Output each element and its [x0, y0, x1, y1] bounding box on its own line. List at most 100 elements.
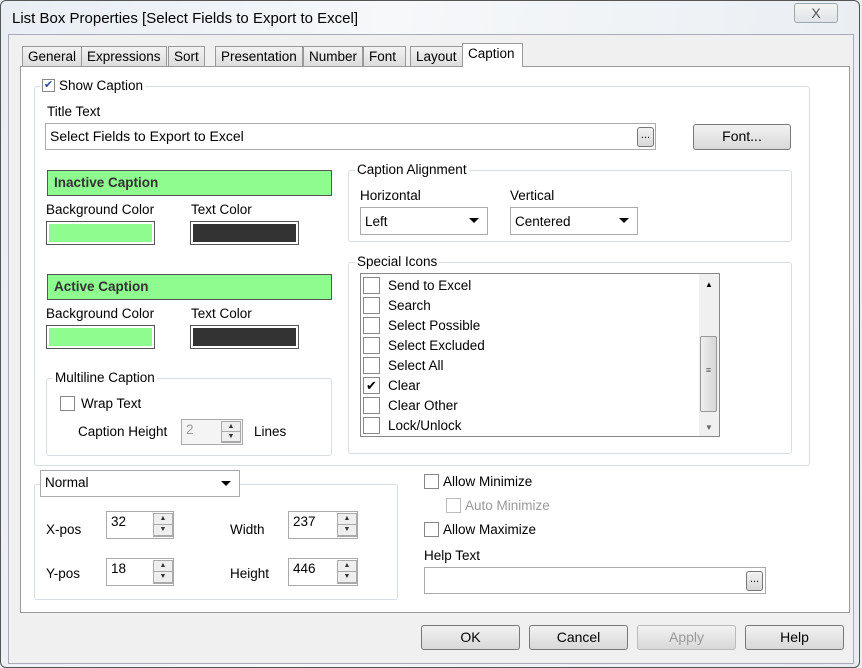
dropdown-arrow-icon	[469, 218, 479, 223]
close-button[interactable]: X	[794, 3, 838, 23]
caption-alignment-label: Caption Alignment	[355, 162, 469, 177]
window-title: List Box Properties [Select Fields to Ex…	[12, 10, 358, 27]
active-text-color-button[interactable]	[190, 325, 299, 349]
font-button[interactable]: Font...	[693, 124, 791, 150]
horizontal-value: Left	[365, 214, 388, 229]
scroll-down-icon[interactable]: ▼	[699, 423, 719, 432]
list-scrollbar[interactable]: ▲ ≡ ▼	[699, 274, 719, 436]
cancel-button[interactable]: Cancel	[529, 625, 628, 650]
show-caption-checkbox[interactable]: ✔ Show Caption	[40, 78, 146, 93]
active-text-label: Text Color	[191, 306, 252, 321]
scroll-thumb[interactable]: ≡	[700, 336, 717, 412]
apply-button[interactable]: Apply	[637, 625, 736, 650]
special-icon-item[interactable]: Send to Excel	[363, 275, 471, 295]
special-icon-item[interactable]: Select Excluded	[363, 335, 485, 355]
caption-height-stepper[interactable]: ▲ ▼	[221, 421, 241, 443]
auto-minimize-checkbox[interactable]: Auto Minimize	[446, 498, 550, 513]
tab-layout[interactable]: Layout	[410, 46, 463, 67]
special-icon-label: Lock/Unlock	[388, 417, 462, 433]
title-text-input[interactable]: Select Fields to Export to Excel	[45, 123, 656, 150]
checkbox-icon	[446, 498, 461, 513]
special-icon-label: Select All	[388, 357, 444, 373]
ypos-label: Y-pos	[46, 566, 81, 581]
special-icons-list: ▲ ≡ ▼ Send to Excel Search Select Possible…	[360, 273, 720, 437]
checkbox-icon	[424, 474, 439, 489]
special-icon-item[interactable]: Clear Other	[363, 395, 458, 415]
ypos-stepper[interactable]: ▲ ▼	[153, 560, 173, 584]
active-bg-label: Background Color	[46, 306, 155, 321]
inactive-caption-preview: Inactive Caption	[47, 170, 332, 196]
window-mode-select[interactable]: Normal	[40, 470, 240, 497]
wrap-text-label: Wrap Text	[81, 396, 142, 411]
allow-minimize-label: Allow Minimize	[443, 474, 533, 489]
auto-minimize-label: Auto Minimize	[465, 498, 550, 513]
tab-expressions[interactable]: Expressions	[81, 46, 167, 67]
height-label: Height	[230, 566, 270, 581]
help-browse-button[interactable]: ...	[746, 571, 763, 591]
ok-button[interactable]: OK	[421, 625, 520, 650]
tab-font[interactable]: Font	[363, 46, 406, 67]
special-icons-label: Special Icons	[355, 254, 440, 269]
dropdown-arrow-icon	[619, 218, 629, 223]
vertical-value: Centered	[515, 214, 571, 229]
tab-presentation[interactable]: Presentation	[215, 46, 303, 67]
inactive-text-color-button[interactable]	[190, 221, 299, 245]
special-icon-label: Select Excluded	[388, 337, 485, 353]
tab-general[interactable]: General	[22, 46, 83, 67]
xpos-label: X-pos	[46, 522, 82, 537]
inactive-bg-color-button[interactable]	[46, 221, 155, 245]
xpos-stepper[interactable]: ▲ ▼	[153, 513, 173, 537]
horizontal-select[interactable]: Left	[360, 207, 488, 235]
vertical-label: Vertical	[510, 188, 555, 203]
special-icon-label: Clear Other	[388, 397, 458, 413]
checkbox-icon[interactable]	[363, 276, 380, 294]
checkbox-checked-icon[interactable]: ✔	[363, 376, 380, 394]
tab-number[interactable]: Number	[303, 46, 364, 67]
active-bg-color-button[interactable]	[46, 325, 155, 349]
lines-label: Lines	[254, 424, 287, 439]
scroll-up-icon[interactable]: ▲	[699, 280, 719, 289]
allow-minimize-checkbox[interactable]: Allow Minimize	[424, 474, 532, 489]
special-icon-label: Send to Excel	[388, 277, 472, 293]
special-icon-item[interactable]: Select All	[363, 355, 444, 375]
checkbox-checked-icon: ✔	[42, 79, 55, 92]
title-browse-button[interactable]: ...	[637, 127, 654, 147]
tab-caption[interactable]: Caption	[462, 43, 523, 67]
special-icon-item[interactable]: Lock/Unlock	[363, 415, 462, 435]
tab-sort[interactable]: Sort	[168, 46, 205, 67]
help-button[interactable]: Help	[745, 625, 844, 650]
special-icon-label: Clear	[388, 377, 421, 393]
active-caption-preview: Active Caption	[47, 274, 332, 300]
help-text-label: Help Text	[424, 548, 481, 563]
show-caption-label: Show Caption	[59, 78, 144, 93]
inactive-bg-label: Background Color	[46, 202, 155, 217]
help-text-input[interactable]	[424, 567, 766, 594]
allow-maximize-checkbox[interactable]: Allow Maximize	[424, 522, 536, 537]
special-icon-item[interactable]: ✔ Clear	[363, 375, 420, 395]
multiline-caption-label: Multiline Caption	[53, 370, 157, 385]
checkbox-icon	[424, 522, 439, 537]
allow-maximize-label: Allow Maximize	[443, 522, 537, 537]
dropdown-arrow-icon	[221, 481, 231, 486]
wrap-text-checkbox[interactable]: Wrap Text	[60, 396, 141, 411]
special-icon-item[interactable]: Select Possible	[363, 315, 480, 335]
title-text-label: Title Text	[47, 104, 101, 119]
width-stepper[interactable]: ▲ ▼	[337, 513, 357, 537]
checkbox-icon[interactable]	[363, 396, 380, 414]
checkbox-icon[interactable]	[363, 296, 380, 314]
inactive-text-label: Text Color	[191, 202, 252, 217]
horizontal-label: Horizontal	[360, 188, 421, 203]
width-label: Width	[230, 522, 265, 537]
special-icon-label: Select Possible	[388, 317, 481, 333]
checkbox-icon[interactable]	[363, 336, 380, 354]
height-stepper[interactable]: ▲ ▼	[337, 560, 357, 584]
checkbox-icon[interactable]	[363, 316, 380, 334]
checkbox-icon[interactable]	[363, 416, 380, 434]
special-icon-item[interactable]: Search	[363, 295, 431, 315]
special-icon-label: Search	[388, 297, 431, 313]
checkbox-icon	[60, 396, 75, 411]
window-mode-value: Normal	[45, 475, 89, 490]
vertical-select[interactable]: Centered	[510, 207, 638, 235]
checkbox-icon[interactable]	[363, 356, 380, 374]
caption-height-label: Caption Height	[78, 424, 168, 439]
